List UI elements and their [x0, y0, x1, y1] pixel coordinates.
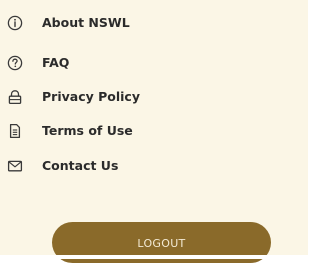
- menu-item-faq[interactable]: FAQ: [0, 48, 260, 78]
- menu-item-privacy-policy[interactable]: Privacy Policy: [0, 82, 260, 112]
- question-circle-icon: [6, 54, 24, 72]
- menu-item-label: Privacy Policy: [42, 89, 140, 104]
- menu-item-contact-us[interactable]: Contact Us: [0, 151, 260, 181]
- menu-panel: About NSWL FAQ Privacy Policy Terms of U…: [0, 0, 308, 263]
- padlock-icon: [6, 88, 24, 106]
- menu-item-label: FAQ: [42, 55, 70, 70]
- document-icon: [6, 122, 24, 140]
- bottom-divider: [0, 255, 308, 259]
- menu-item-label: Contact Us: [42, 158, 119, 173]
- menu-item-terms-of-use[interactable]: Terms of Use: [0, 116, 260, 146]
- menu-item-label: About NSWL: [42, 15, 130, 30]
- menu-item-label: Terms of Use: [42, 123, 133, 138]
- menu-item-about[interactable]: About NSWL: [0, 8, 260, 38]
- info-circle-icon: [6, 14, 24, 32]
- envelope-icon: [6, 157, 24, 175]
